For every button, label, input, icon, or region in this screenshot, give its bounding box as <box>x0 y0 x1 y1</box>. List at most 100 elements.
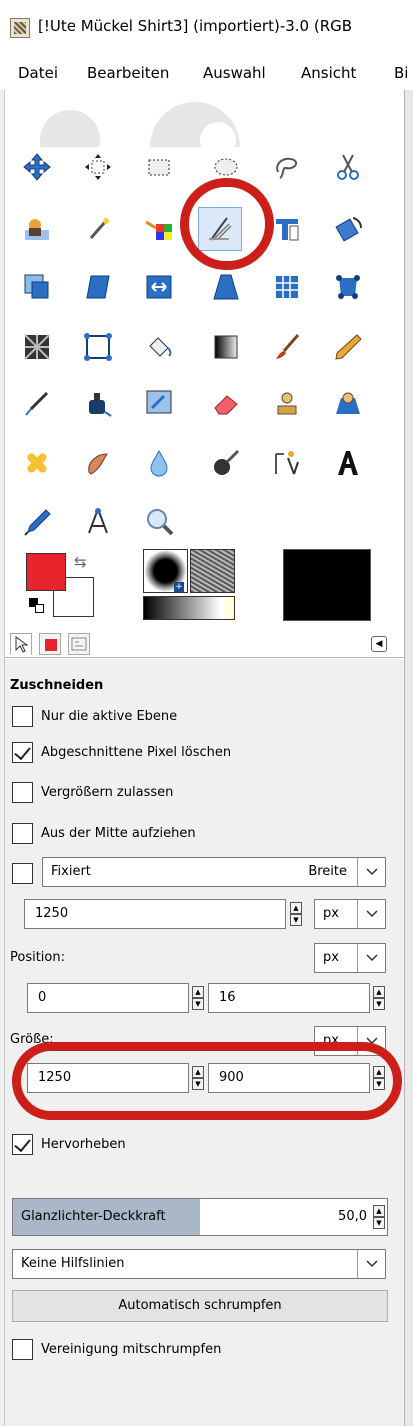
perspective-icon[interactable] <box>204 265 248 309</box>
zoom-icon[interactable] <box>137 499 181 543</box>
perspective-clone-icon[interactable] <box>326 381 370 425</box>
allow-growing-label: Vergrößern zulassen <box>41 784 174 800</box>
flip-icon[interactable] <box>137 265 181 309</box>
position-y-field[interactable]: 16 <box>208 983 370 1013</box>
tool-options-title: Zuschneiden <box>10 678 104 693</box>
text-icon[interactable] <box>326 441 370 485</box>
dodge-burn-icon[interactable] <box>204 441 248 485</box>
clone-icon[interactable] <box>265 381 309 425</box>
highlight-opacity-label: Glanzlichter-Deckkraft <box>21 1209 166 1224</box>
measure-icon[interactable] <box>76 499 120 543</box>
blend-icon[interactable] <box>204 325 248 369</box>
guides-value: Keine Hilfslinien <box>21 1256 125 1271</box>
position-unit-combo[interactable]: px <box>314 943 386 973</box>
text-path-icon[interactable] <box>265 441 309 485</box>
paintbrush-icon[interactable] <box>265 325 309 369</box>
position-x-spinner[interactable]: ▲ ▼ <box>192 986 204 1010</box>
guides-combo[interactable]: Keine Hilfslinien <box>12 1249 386 1279</box>
expand-center-row[interactable]: Aus der Mitte aufziehen <box>12 822 196 844</box>
menu-bar: Datei Bearbeiten Auswahl Ansicht Bi <box>0 56 413 90</box>
warp-transform-icon[interactable] <box>326 265 370 309</box>
tab-tool-options[interactable] <box>10 633 32 655</box>
highlight-opacity-slider[interactable]: Glanzlichter-Deckkraft 50,0 ▲ ▼ <box>12 1198 388 1236</box>
auto-shrink-button[interactable]: Automatisch schrumpfen <box>12 1290 388 1322</box>
fixed-label: Fixiert <box>51 864 91 879</box>
tab-undo[interactable] <box>68 633 90 655</box>
airbrush-icon[interactable] <box>15 381 59 425</box>
align-icon[interactable] <box>76 145 120 189</box>
highlight-label: Hervorheben <box>41 1136 126 1152</box>
fixed-checkbox[interactable] <box>12 862 33 884</box>
canvas-edge <box>404 90 413 1426</box>
pattern-preview[interactable] <box>190 549 235 593</box>
eraser-icon[interactable] <box>204 381 248 425</box>
allow-growing-checkbox[interactable] <box>12 781 33 803</box>
move-icon[interactable] <box>15 145 59 189</box>
scissors-select-icon[interactable] <box>326 145 370 189</box>
menu-ansicht[interactable]: Ansicht <box>301 64 356 82</box>
size-fields-highlight <box>12 1042 402 1120</box>
color-select-icon[interactable] <box>137 207 181 251</box>
fuzzy-select-icon[interactable] <box>76 207 120 251</box>
blur-icon[interactable] <box>137 441 181 485</box>
pencil-icon[interactable] <box>326 325 370 369</box>
fixed-value-text: 1250 <box>35 906 69 921</box>
default-colors-bg <box>35 604 44 613</box>
shear-icon[interactable] <box>76 265 120 309</box>
bucket-fill-icon[interactable] <box>137 325 181 369</box>
scale-icon[interactable] <box>15 265 59 309</box>
position-x-field[interactable]: 0 <box>27 983 189 1013</box>
menu-auswahl[interactable]: Auswahl <box>203 64 266 82</box>
fixed-row[interactable] <box>12 862 41 884</box>
only-active-layer-row[interactable]: Nur die aktive Ebene <box>12 705 177 727</box>
foreground-color-swatch-top[interactable] <box>26 553 66 591</box>
chevron-down-icon <box>357 858 385 886</box>
dock-tabs: ◀ <box>5 630 404 658</box>
cage-transform-icon[interactable] <box>265 265 309 309</box>
wilber-drop-area <box>30 92 250 147</box>
highlight-opacity-value: 50,0 <box>338 1209 367 1224</box>
menu-datei[interactable]: Datei <box>18 64 58 82</box>
fixed-value-field[interactable]: 1250 <box>24 899 286 929</box>
fixed-mode-value: Breite <box>308 864 347 879</box>
rotate-icon[interactable] <box>326 207 370 251</box>
color-picker-icon[interactable] <box>15 499 59 543</box>
fixed-mode-combo[interactable]: Fixiert Breite <box>42 857 386 887</box>
brush-plus-icon: + <box>174 582 184 592</box>
ink-icon[interactable] <box>76 381 120 425</box>
delete-cropped-checkbox[interactable] <box>12 741 33 763</box>
delete-cropped-label: Abgeschnittene Pixel löschen <box>41 744 232 760</box>
position-x-value: 0 <box>38 990 47 1005</box>
rect-select-icon[interactable] <box>137 145 181 189</box>
shrink-merged-checkbox[interactable] <box>12 1338 33 1360</box>
menu-bild[interactable]: Bi <box>394 64 408 82</box>
allow-growing-row[interactable]: Vergrößern zulassen <box>12 781 173 803</box>
highlight-row[interactable]: Hervorheben <box>12 1133 126 1155</box>
fixed-value-spinner[interactable]: ▲ ▼ <box>290 902 302 926</box>
swap-colors-icon[interactable]: ⇆ <box>74 553 87 571</box>
heal-icon[interactable] <box>15 441 59 485</box>
delete-cropped-row[interactable]: Abgeschnittene Pixel löschen <box>12 741 231 763</box>
dock-menu-button[interactable]: ◀ <box>371 636 387 652</box>
only-active-layer-checkbox[interactable] <box>12 705 33 727</box>
opacity-spinner[interactable]: ▲ ▼ <box>373 1205 385 1229</box>
highlight-checkbox[interactable] <box>12 1133 33 1155</box>
gradient-preview[interactable] <box>143 596 235 620</box>
fixed-unit-combo[interactable]: px <box>314 899 386 929</box>
smudge-icon[interactable] <box>76 441 120 485</box>
handle-transform-icon[interactable] <box>15 325 59 369</box>
tab-device-status[interactable] <box>39 633 61 655</box>
expand-center-checkbox[interactable] <box>12 822 33 844</box>
chevron-down-icon <box>357 944 385 972</box>
free-select-icon[interactable] <box>265 145 309 189</box>
app-icon <box>10 18 30 38</box>
position-label: Position: <box>10 950 65 965</box>
shrink-merged-row[interactable]: Vereinigung mitschrumpfen <box>12 1338 221 1360</box>
menu-bearbeiten[interactable]: Bearbeiten <box>87 64 169 82</box>
paths-icon[interactable] <box>76 325 120 369</box>
active-image-preview[interactable] <box>283 549 371 621</box>
mypaint-brush-icon[interactable] <box>137 381 181 425</box>
position-y-spinner[interactable]: ▲ ▼ <box>373 986 385 1010</box>
foreground-select-icon[interactable] <box>15 207 59 251</box>
undo-history-icon <box>71 637 87 651</box>
